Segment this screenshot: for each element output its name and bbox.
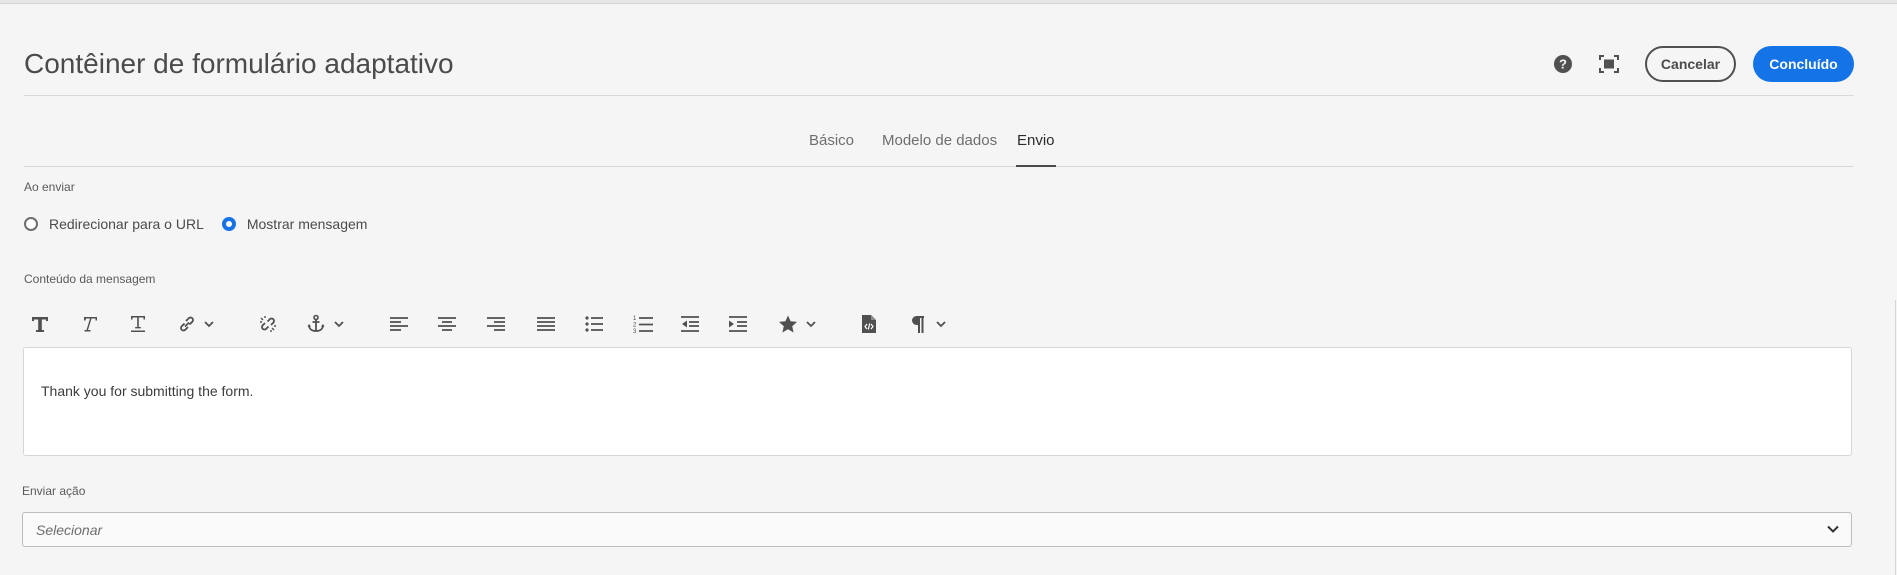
tab-basic[interactable]: Básico xyxy=(809,132,854,167)
done-button[interactable]: Concluído xyxy=(1753,46,1854,82)
help-icon[interactable]: ? xyxy=(1545,46,1581,82)
bullet-list-icon[interactable] xyxy=(585,308,603,340)
dialog-title: Contêiner de formulário adaptativo xyxy=(24,48,454,79)
message-editor[interactable]: Thank you for submitting the form. xyxy=(23,347,1852,456)
svg-text:2: 2 xyxy=(633,323,637,329)
show-message-label[interactable]: Mostrar mensagem xyxy=(247,216,368,232)
paragraph-format-icon[interactable] xyxy=(910,308,946,340)
align-left-icon[interactable] xyxy=(390,308,408,340)
redirect-url-label[interactable]: Redirecionar para o URL xyxy=(49,216,204,232)
message-content-label: Conteúdo da mensagem xyxy=(24,272,156,286)
underline-icon[interactable] xyxy=(128,308,148,340)
right-border xyxy=(1895,300,1896,575)
align-center-icon[interactable] xyxy=(438,308,456,340)
header-actions: ? Cancelar Concluído xyxy=(1545,46,1854,82)
cancel-button[interactable]: Cancelar xyxy=(1645,46,1736,82)
tab-bar: Básico Modelo de dados Envio xyxy=(24,114,1854,167)
align-right-icon[interactable] xyxy=(487,308,505,340)
bold-icon[interactable] xyxy=(30,308,50,340)
on-submit-radio-group: Redirecionar para o URL Mostrar mensagem xyxy=(24,216,385,232)
svg-text:3: 3 xyxy=(633,329,637,334)
submit-action-placeholder: Selecionar xyxy=(36,522,103,538)
on-submit-label: Ao enviar xyxy=(24,180,75,194)
source-edit-icon[interactable] xyxy=(861,308,877,340)
tab-data-model[interactable]: Modelo de dados xyxy=(882,132,997,167)
message-text[interactable]: Thank you for submitting the form. xyxy=(41,383,253,399)
show-message-radio[interactable] xyxy=(221,217,236,231)
anchor-icon[interactable] xyxy=(306,308,344,340)
indent-icon[interactable] xyxy=(729,308,747,340)
link-icon[interactable] xyxy=(176,308,214,340)
special-char-icon[interactable] xyxy=(778,308,816,340)
submit-action-label: Enviar ação xyxy=(22,484,86,498)
submit-action-select[interactable]: Selecionar xyxy=(22,512,1852,547)
redirect-url-radio[interactable] xyxy=(24,217,38,231)
tab-submission[interactable]: Envio xyxy=(1016,132,1056,167)
unlink-icon[interactable] xyxy=(257,308,279,340)
fullscreen-icon[interactable] xyxy=(1591,46,1627,82)
italic-icon[interactable] xyxy=(79,308,99,340)
outdent-icon[interactable] xyxy=(681,308,699,340)
svg-text:?: ? xyxy=(1559,57,1567,72)
dialog-header: Contêiner de formulário adaptativo ? Can… xyxy=(24,40,1854,96)
numbered-list-icon[interactable]: 123 xyxy=(633,308,653,340)
top-border xyxy=(0,0,1897,4)
chevron-down-icon xyxy=(1827,525,1839,533)
rich-text-toolbar: 123 xyxy=(24,308,1024,340)
justify-icon[interactable] xyxy=(537,308,555,340)
svg-text:1: 1 xyxy=(633,316,637,322)
